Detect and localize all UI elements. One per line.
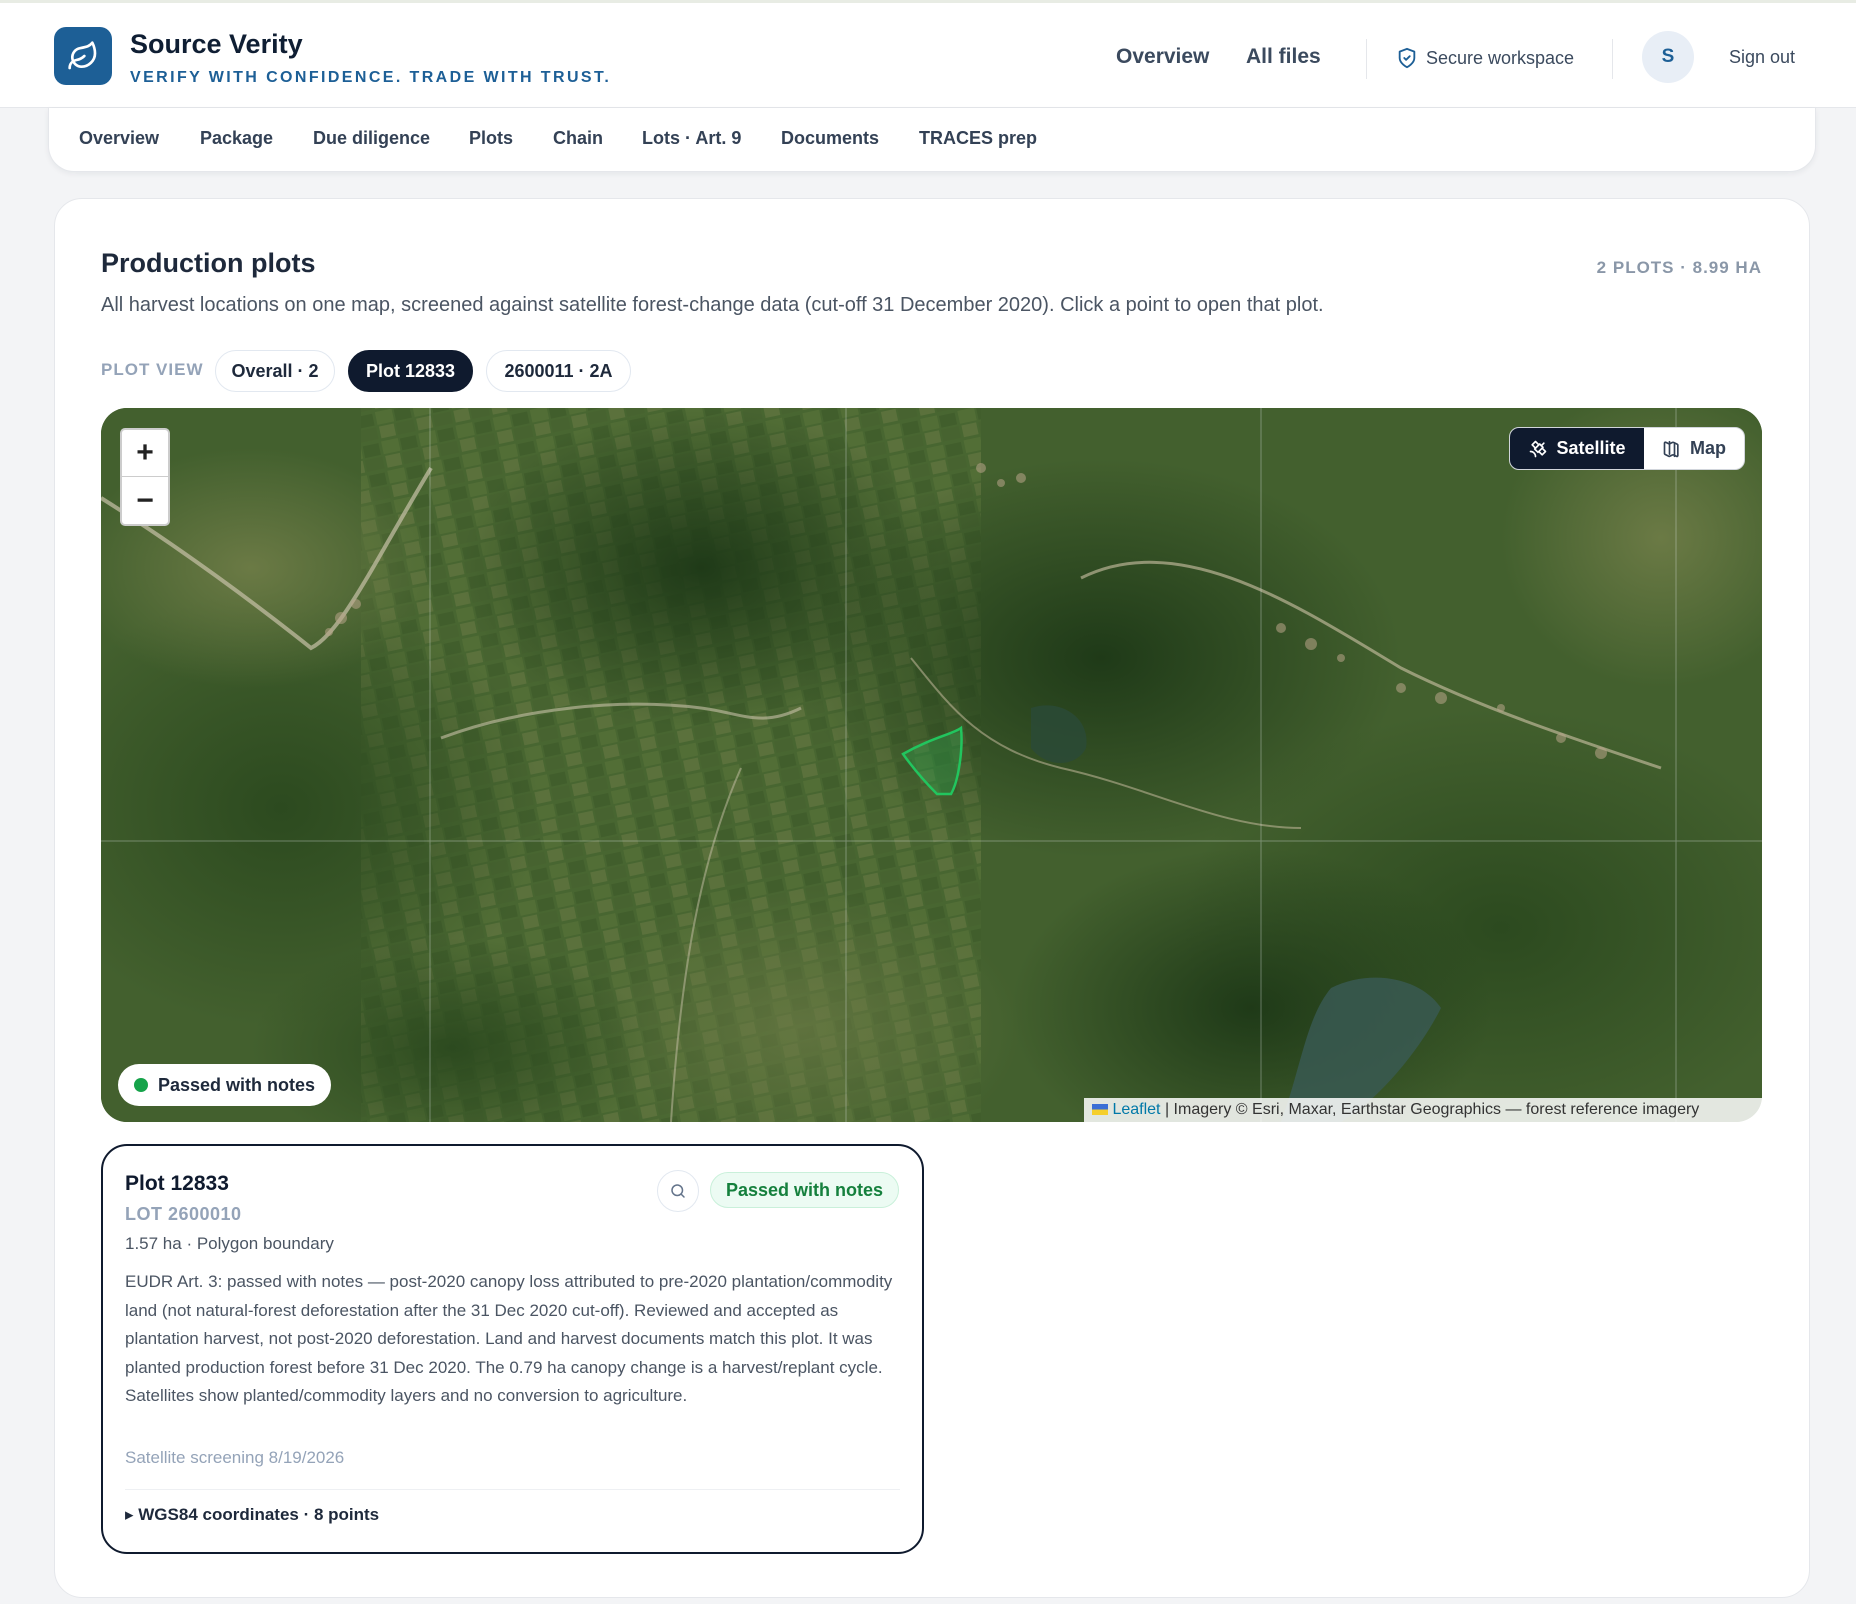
plot-lot: LOT 2600010 [125, 1204, 242, 1224]
layer-map-button[interactable]: Map [1644, 428, 1744, 469]
sign-out-link[interactable]: Sign out [1729, 47, 1795, 68]
tab-traces-prep[interactable]: TRACES prep [919, 128, 1037, 149]
tab-documents[interactable]: Documents [781, 128, 879, 149]
brand-logo[interactable] [54, 27, 112, 85]
plot-view-overall[interactable]: Overall · 2 [215, 350, 335, 392]
map-status-chip: Passed with notes [118, 1064, 332, 1106]
plot-description: EUDR Art. 3: passed with notes — post-20… [125, 1272, 893, 1405]
nav-divider [1366, 39, 1367, 79]
map-status-label: Passed with notes [158, 1074, 316, 1095]
plot-view-2600011[interactable]: 2600011 · 2A [486, 350, 631, 392]
coordinates-toggle[interactable]: ▸ WGS84 coordinates · 8 points [125, 1505, 379, 1525]
layer-satellite-button[interactable]: Satellite [1510, 428, 1644, 469]
shield-check-icon [1398, 47, 1416, 69]
flag-icon [1092, 1104, 1108, 1115]
nav-divider [1612, 39, 1613, 79]
map-imagery[interactable] [101, 408, 1762, 1122]
screening-date: Satellite screening 8/19/2026 [125, 1448, 345, 1467]
plot-meta: 1.57 ha · Polygon boundary [125, 1234, 334, 1253]
secure-workspace-label: Secure workspace [1426, 47, 1575, 68]
layer-map-label: Map [1690, 438, 1726, 458]
search-icon [671, 1184, 685, 1198]
zoom-to-plot-button[interactable] [657, 1170, 699, 1212]
satellite-icon [1530, 440, 1547, 457]
tab-due-diligence[interactable]: Due diligence [313, 128, 430, 149]
brand-tagline: VERIFY WITH CONFIDENCE. TRADE WITH TRUST… [130, 69, 612, 86]
plot-view-plot-12833[interactable]: Plot 12833 [348, 350, 473, 392]
tab-package[interactable]: Package [200, 128, 273, 149]
plots-summary: 2 PLOTS · 8.99 HA [1596, 258, 1762, 277]
tab-overview[interactable]: Overview [79, 128, 159, 149]
layer-toggle: Satellite Map [1509, 427, 1745, 470]
map-attribution: Leaflet | Imagery © Esri, Maxar, Earthst… [1084, 1098, 1762, 1122]
layer-satellite-label: Satellite [1556, 438, 1626, 458]
top-bar: Source Verity VERIFY WITH CONFIDENCE. TR… [0, 0, 1856, 108]
tab-lots-art9[interactable]: Lots · Art. 9 [642, 128, 741, 149]
plot-title: Plot 12833 [125, 1172, 229, 1195]
nav-overview[interactable]: Overview [1116, 45, 1209, 69]
page-title: Production plots [101, 248, 316, 278]
attribution-text: | Imagery © Esri, Maxar, Earthstar Geogr… [1160, 1101, 1700, 1118]
user-avatar[interactable]: S [1642, 31, 1694, 83]
secure-workspace: Secure workspace [1396, 47, 1574, 69]
tab-chain[interactable]: Chain [553, 128, 603, 149]
leaf-icon [68, 41, 97, 70]
nav-all-files[interactable]: All files [1246, 45, 1321, 69]
map-icon [1663, 440, 1679, 457]
plot-status-badge: Passed with notes [710, 1172, 900, 1208]
plot-divider [125, 1489, 900, 1490]
plot-view-label: PLOT VIEW [101, 360, 204, 379]
tab-plots[interactable]: Plots [469, 128, 513, 149]
zoom-control: + − [120, 428, 170, 526]
zoom-in-button[interactable]: + [122, 430, 168, 477]
brand-name: Source Verity [130, 29, 303, 59]
satellite-map[interactable] [101, 408, 1762, 1122]
zoom-out-button[interactable]: − [122, 477, 168, 524]
status-dot-icon [134, 1078, 148, 1092]
section-description: All harvest locations on one map, screen… [101, 294, 1324, 316]
section-tabs: Overview Package Due diligence Plots Cha… [48, 108, 1816, 172]
leaflet-link[interactable]: Leaflet [1112, 1101, 1160, 1118]
